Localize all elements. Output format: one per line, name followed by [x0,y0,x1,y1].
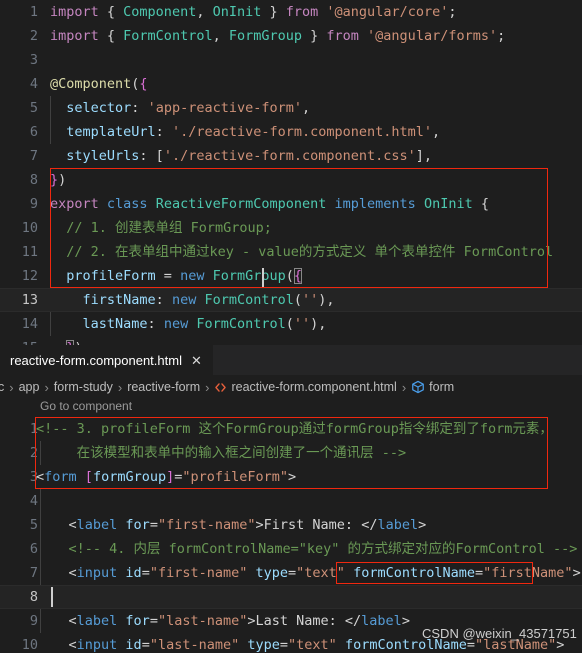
html-code-rows[interactable]: 1 <!-- 3. profileForm 这个FormGroup通过formG… [0,417,582,653]
breadcrumb-separator: › [44,379,49,395]
line-content: import { FormControl, FormGroup } from '… [50,28,506,44]
line-number: 1 [29,421,38,437]
line-number: 3 [29,469,38,485]
code-line[interactable]: 4 @Component({ [0,72,582,96]
breadcrumb-separator: › [205,379,210,395]
line-number: 14 [21,316,38,332]
code-line[interactable]: 4 [0,489,582,513]
tab-label: reactive-form.component.html [10,352,182,368]
line-content: <!-- 3. profileForm 这个FormGroup通过formGro… [36,421,553,437]
code-line[interactable]: 1 <!-- 3. profileForm 这个FormGroup通过formG… [0,417,582,441]
text-caret [51,587,53,607]
line-number: 8 [29,172,38,188]
line-content: 在该模型和表单中的输入框之间创建了一个通讯层 --> [36,445,407,461]
breadcrumb-separator: › [401,379,407,395]
line-number: 8 [29,589,38,605]
close-icon[interactable]: ✕ [189,353,204,368]
line-number: 6 [29,124,38,140]
typescript-editor-pane[interactable]: 1 import { Component, OnInit } from '@an… [0,0,582,345]
line-content: <form [formGroup]="profileForm"> [36,469,297,485]
code-line[interactable]: 6 templateUrl: './reactive-form.componen… [0,120,582,144]
code-line[interactable]: 3 [0,48,582,72]
code-line[interactable]: 14 lastName: new FormControl(''), [0,312,582,336]
code-line[interactable]: 2 import { FormControl, FormGroup } from… [0,24,582,48]
breadcrumb-item-form-study[interactable]: form-study [54,380,113,394]
line-content: // 2. 在表单组中通过key - value的方式定义 单个表单控件 For… [50,244,554,260]
code-line[interactable]: 12 profileForm = new FormGroup({ [0,264,582,288]
breadcrumb[interactable]: c › app › form-study › reactive-form › r… [0,376,582,398]
code-line[interactable]: 10 // 1. 创建表单组 FormGroup; [0,216,582,240]
line-number: 4 [29,493,38,509]
code-line[interactable]: 5 <label for="first-name">First Name: </… [0,513,582,537]
code-line[interactable]: 7 <input id="first-name" type="text" for… [0,561,582,585]
line-number: 9 [29,196,38,212]
code-line-active[interactable]: 13 firstName: new FormControl(''), [0,288,582,312]
code-line[interactable]: 1 import { Component, OnInit } from '@an… [0,0,582,24]
line-content: }) [50,172,67,188]
html-editor-pane[interactable]: 1 <!-- 3. profileForm 这个FormGroup通过formG… [0,417,582,653]
tab-reactive-form-component-html[interactable]: reactive-form.component.html ✕ [0,345,213,375]
line-number: 1 [29,4,38,20]
code-line[interactable]: 9 export class ReactiveFormComponent imp… [0,192,582,216]
line-content: profileForm = new FormGroup({ [66,268,303,284]
line-number: 6 [29,541,38,557]
line-content: <input id="first-name" type="text" formC… [36,565,581,581]
line-content: @Component({ [50,76,148,92]
line-content: templateUrl: './reactive-form.component.… [66,124,441,140]
line-number: 11 [21,244,38,260]
line-number: 4 [29,76,38,92]
code-line[interactable]: 5 selector: 'app-reactive-form', [0,96,582,120]
breadcrumb-item-form-symbol[interactable]: form [429,380,454,394]
line-content: }); [50,336,91,345]
breadcrumb-separator: › [9,379,14,395]
line-content: import { Component, OnInit } from '@angu… [50,4,457,20]
line-content: // 1. 创建表单组 FormGroup; [50,220,272,236]
line-content: <label for="first-name">First Name: </la… [36,517,427,533]
code-line[interactable]: 6 <!-- 4. 内层 formControlName="key" 的方式绑定… [0,537,582,561]
line-number: 12 [21,268,38,284]
breadcrumb-item-app[interactable]: app [19,380,40,394]
breadcrumb-item-reactive-form[interactable]: reactive-form [127,380,200,394]
editor-tab-bar[interactable]: reactive-form.component.html ✕ [0,345,582,375]
html-file-icon [214,381,227,394]
line-number: 9 [29,613,38,629]
line-content: styleUrls: ['./reactive-form.component.c… [66,148,433,164]
line-number: 10 [21,220,38,236]
code-line[interactable]: 15 }); [0,336,582,345]
line-content: <label for="last-name">Last Name: </labe… [36,613,410,629]
line-number: 2 [29,28,38,44]
code-line[interactable]: 2 在该模型和表单中的输入框之间创建了一个通讯层 --> [0,441,582,465]
breadcrumb-separator: › [117,379,123,395]
typescript-code-rows[interactable]: 1 import { Component, OnInit } from '@an… [0,0,582,345]
line-content: export class ReactiveFormComponent imple… [50,196,489,212]
line-number: 7 [29,565,38,581]
code-line-active[interactable]: 8 [0,585,582,609]
line-number: 5 [29,100,38,116]
symbol-field-icon [411,380,425,394]
line-number: 7 [29,148,38,164]
text-caret [262,268,264,288]
breadcrumb-item-src[interactable]: c [0,380,4,394]
line-number: 2 [29,445,38,461]
line-content: selector: 'app-reactive-form', [66,100,311,116]
line-number: 5 [29,517,38,533]
line-number: 13 [21,292,38,308]
line-content: <!-- 4. 内层 formControlName="key" 的方式绑定对应… [36,541,578,557]
code-line[interactable]: 8 }) [0,168,582,192]
line-number: 3 [29,52,38,68]
breadcrumb-item-file[interactable]: reactive-form.component.html [231,380,396,394]
code-line[interactable]: 7 styleUrls: ['./reactive-form.component… [0,144,582,168]
line-content: firstName: new FormControl(''), [82,292,335,308]
line-number: 10 [21,637,38,653]
code-line[interactable]: 11 // 2. 在表单组中通过key - value的方式定义 单个表单控件 … [0,240,582,264]
csdn-watermark: CSDN @weixin_43571751 [422,626,577,641]
codelens-go-to-component[interactable]: Go to component [40,399,132,413]
code-line[interactable]: 3 <form [formGroup]="profileForm"> [0,465,582,489]
line-number: 15 [0,336,38,345]
line-content: lastName: new FormControl(''), [82,316,327,332]
